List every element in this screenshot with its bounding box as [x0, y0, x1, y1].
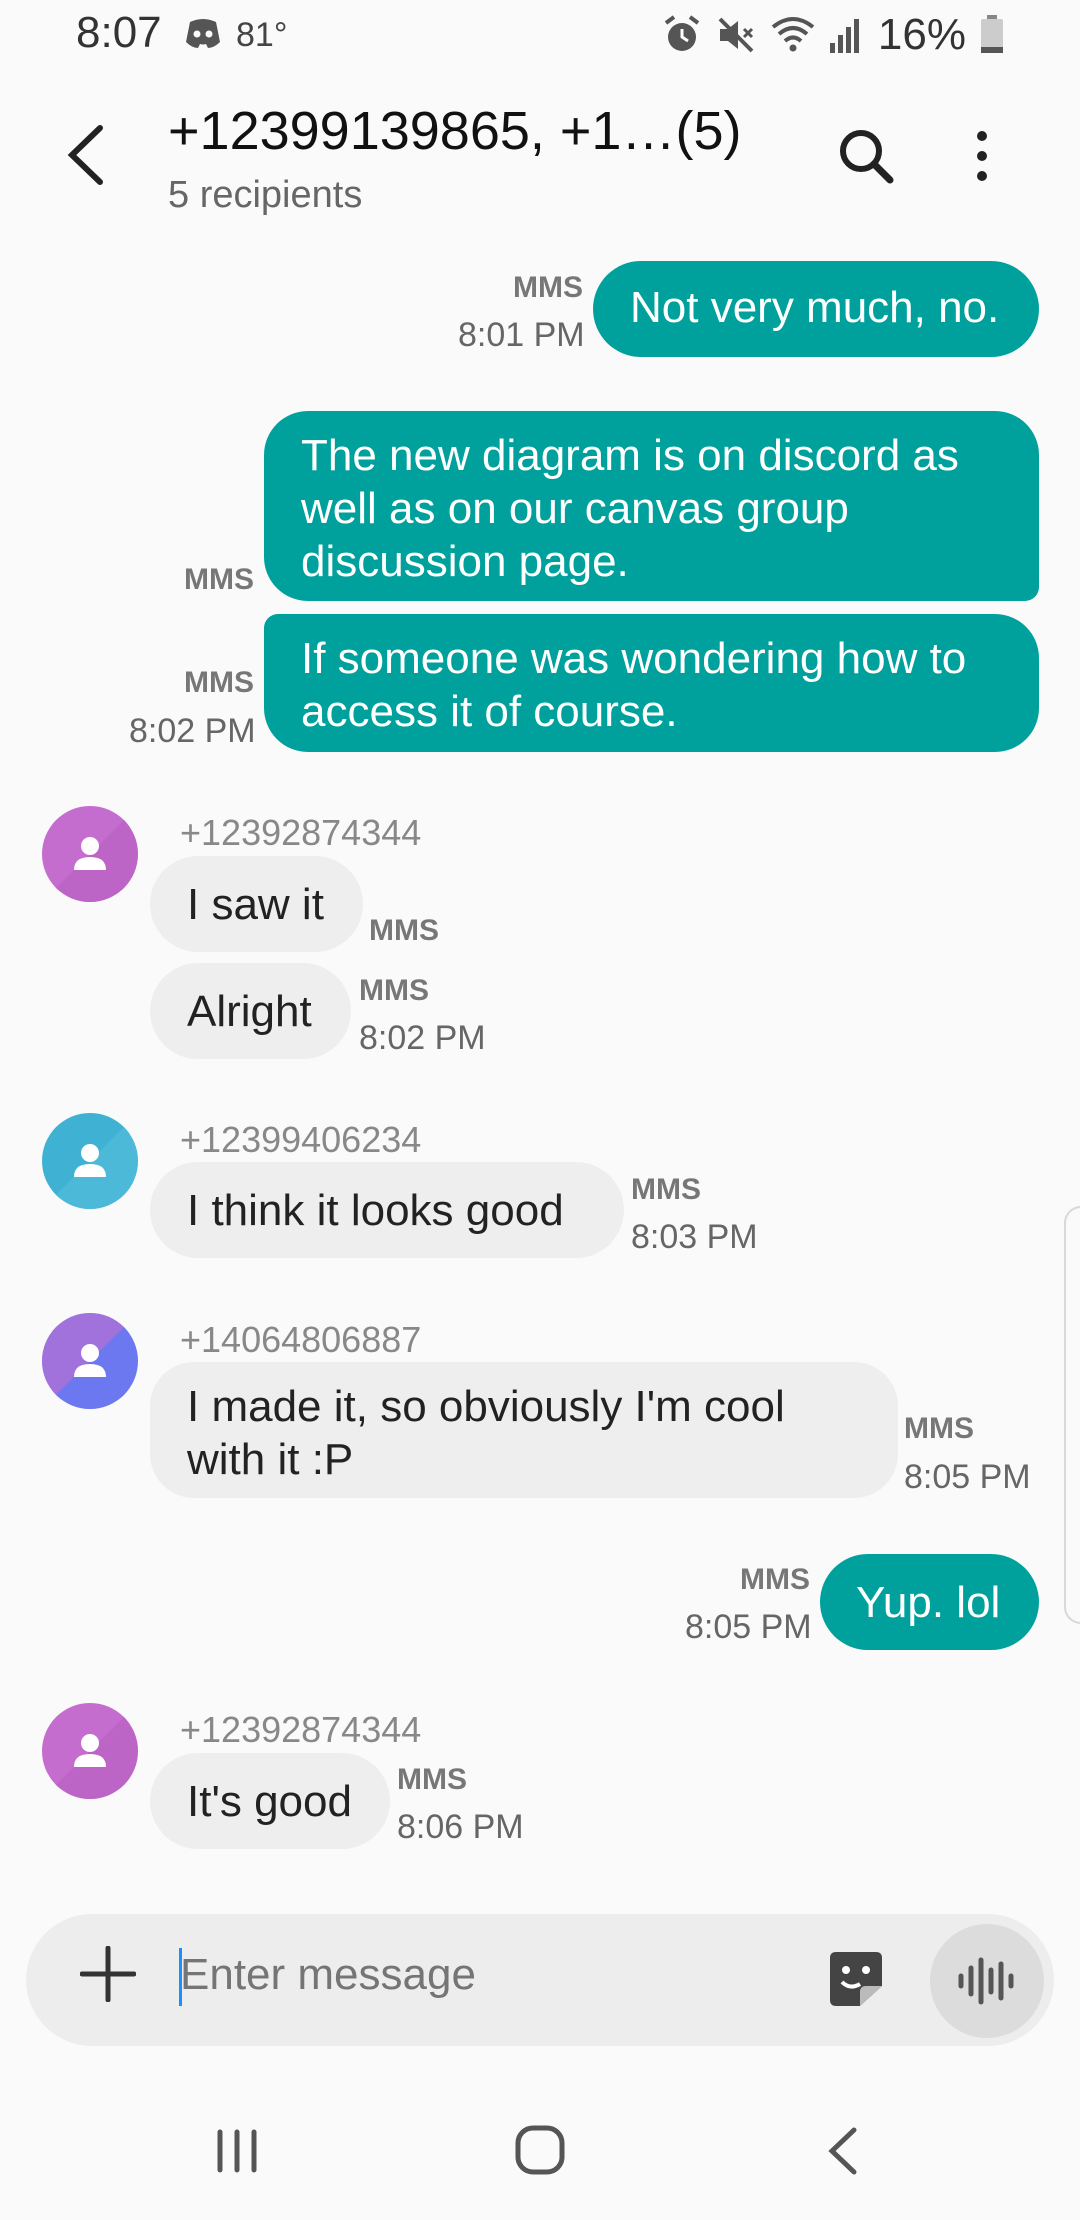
message-bubble[interactable]: It's good [150, 1753, 390, 1849]
message-type-label: MMS [359, 974, 429, 1007]
message-bubble[interactable]: Yup. lol [820, 1554, 1039, 1650]
status-time: 8:07 [76, 8, 162, 57]
message-time: 8:02 PM [129, 712, 256, 750]
person-icon [42, 1113, 138, 1209]
message-type-label: MMS [184, 563, 254, 596]
message-type-label: MMS [369, 914, 439, 947]
message-type-label: MMS [740, 1563, 810, 1596]
avatar[interactable] [42, 1313, 138, 1409]
sender-number: +12392874344 [180, 812, 422, 853]
message-bubble[interactable]: I saw it [150, 856, 363, 952]
message-time: 8:02 PM [359, 1019, 486, 1057]
message-input[interactable] [180, 1950, 780, 2000]
mute-icon [718, 17, 754, 53]
search-icon[interactable] [836, 126, 896, 186]
message-type-label: MMS [397, 1763, 467, 1796]
message-bubble[interactable]: The new diagram is on discord as well as… [264, 411, 1039, 601]
add-attachment-icon[interactable] [80, 1946, 136, 2002]
status-temperature: 81° [236, 16, 288, 54]
wifi-icon [771, 17, 815, 52]
alarm-icon [664, 15, 700, 51]
message-bubble[interactable]: Not very much, no. [593, 261, 1039, 357]
recent-apps-icon[interactable] [214, 2128, 260, 2174]
avatar[interactable] [42, 806, 138, 902]
person-icon [42, 806, 138, 902]
message-type-label: MMS [513, 271, 583, 304]
message-time: 8:01 PM [458, 316, 585, 354]
avatar[interactable] [42, 1703, 138, 1799]
message-bubble[interactable]: I think it looks good [150, 1162, 624, 1258]
nav-back-icon[interactable] [826, 2126, 860, 2176]
battery-icon [981, 15, 1003, 53]
message-bubble[interactable]: If someone was wondering how to access i… [264, 614, 1039, 752]
battery-percent: 16% [877, 10, 966, 59]
person-icon [42, 1313, 138, 1409]
sender-number: +12392874344 [180, 1709, 422, 1750]
sender-number: +12399406234 [180, 1119, 422, 1160]
waveform-icon [958, 1957, 1014, 2005]
status-icons: 16% [662, 10, 1004, 60]
avatar[interactable] [42, 1113, 138, 1209]
message-type-label: MMS [184, 666, 254, 699]
message-time: 8:03 PM [631, 1218, 758, 1256]
conversation-title[interactable]: +12399139865, +1…(5) [168, 100, 741, 162]
home-icon[interactable] [514, 2124, 566, 2176]
person-icon [42, 1703, 138, 1799]
message-bubble[interactable]: I made it, so obviously I'm cool with it… [150, 1362, 898, 1498]
recipients-count: 5 recipients [168, 174, 363, 216]
message-time: 8:06 PM [397, 1808, 524, 1846]
voice-record-button[interactable] [930, 1924, 1044, 2038]
discord-icon [186, 19, 220, 48]
sender-number: +14064806887 [180, 1319, 422, 1360]
signal-icon [829, 19, 859, 53]
message-type-label: MMS [904, 1412, 974, 1445]
message-time: 8:05 PM [685, 1608, 812, 1646]
message-type-label: MMS [631, 1173, 701, 1206]
scroll-indicator[interactable] [1064, 1206, 1080, 1624]
sticker-icon[interactable] [826, 1950, 886, 2008]
message-bubble[interactable]: Alright [150, 963, 351, 1059]
more-options-icon[interactable] [962, 126, 1002, 186]
message-time: 8:05 PM [904, 1458, 1031, 1496]
back-arrow-icon[interactable] [54, 120, 114, 190]
